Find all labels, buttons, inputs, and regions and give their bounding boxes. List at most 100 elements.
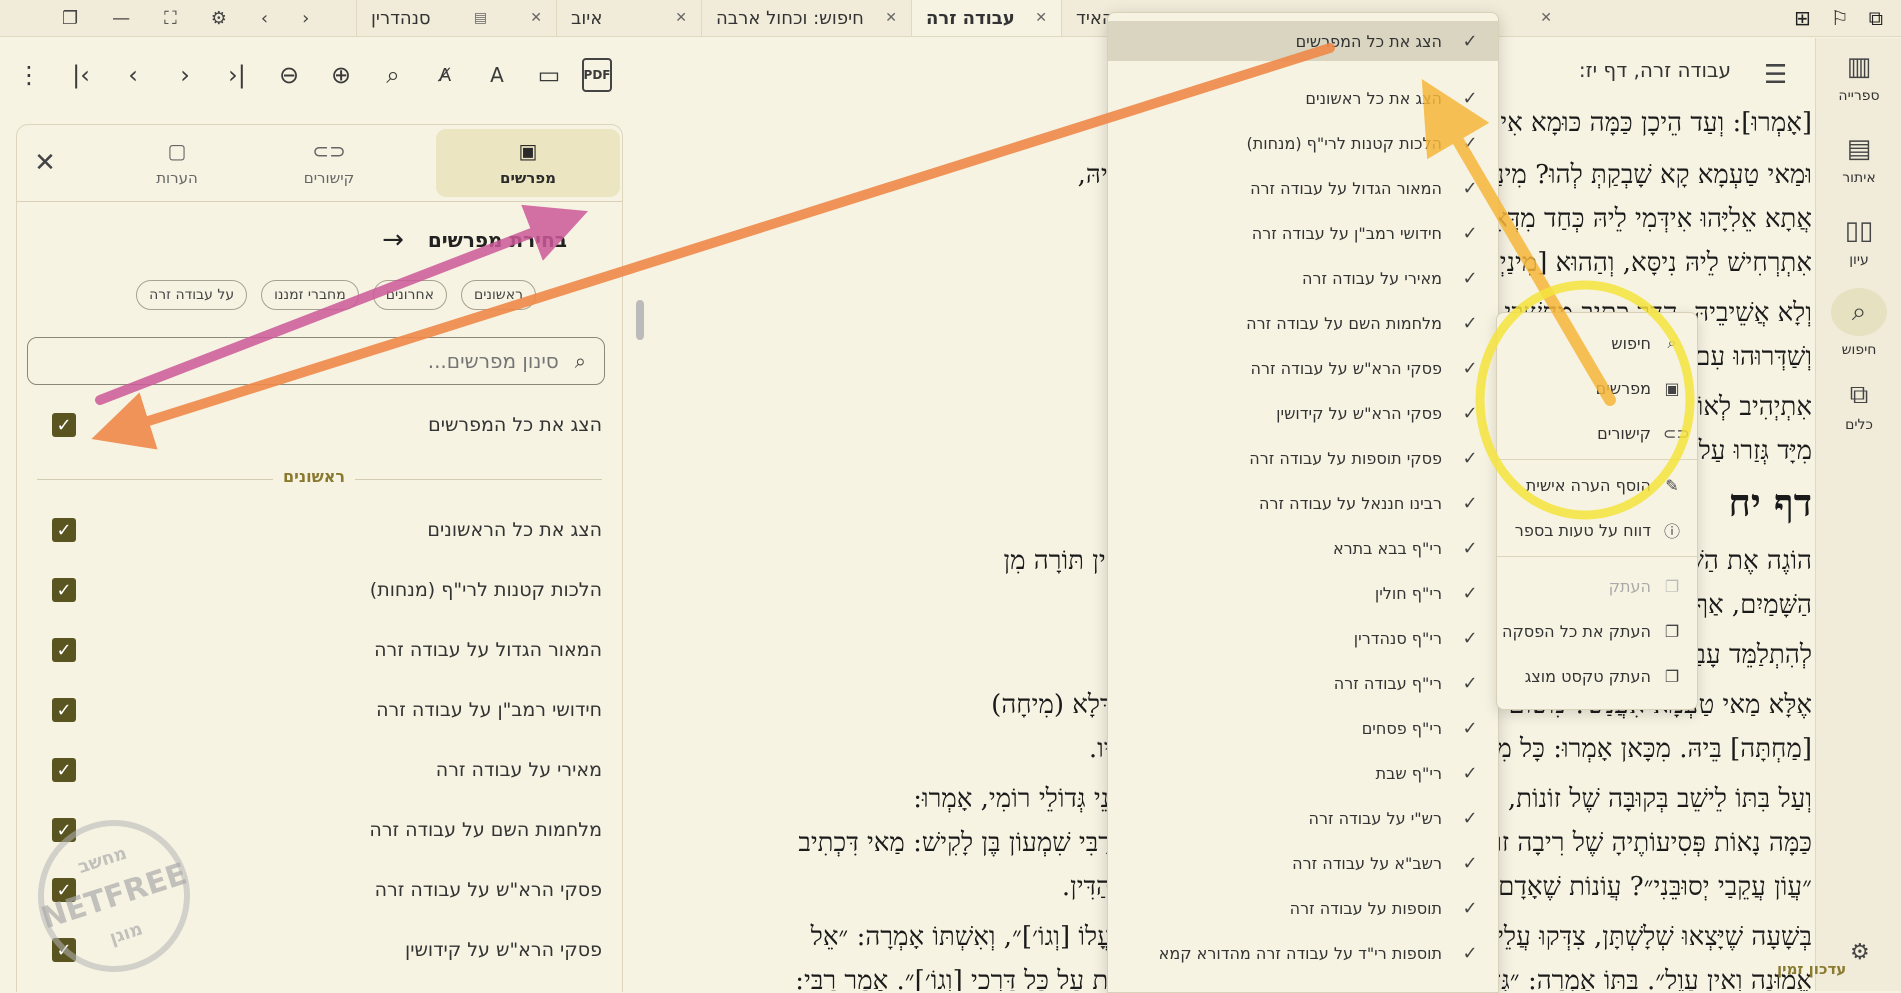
- dropdown-item[interactable]: פסקי הרא"ש על עבודה זרה ✓: [1108, 348, 1498, 388]
- update-available[interactable]: עדכון זמין: [1777, 960, 1846, 978]
- checkbox-checked-icon[interactable]: ✓: [52, 413, 76, 437]
- check-icon: ✓: [1462, 357, 1478, 379]
- search-icon[interactable]: ⌕: [374, 56, 412, 94]
- menu-item-add-note[interactable]: הוסף הערה אישית ✎: [1497, 465, 1697, 505]
- zoom-in-icon[interactable]: ⊕: [322, 56, 360, 94]
- right-nav: ▥ ספרייה ▤ איתור ▯▯ עיון ⌕ חיפוש ⧉ כלים: [1815, 38, 1901, 991]
- item-label: דווח על טעות בספר: [1514, 520, 1651, 540]
- tab-bar: ❐ — ⛶ ⚙ ‹ › ✕ ▤ סנהדרין ✕ איוב ✕ חיפוש: …: [0, 0, 1901, 37]
- close-tab-icon[interactable]: ✕: [1540, 10, 1552, 26]
- back-arrow-icon[interactable]: →: [382, 225, 404, 255]
- dropdown-item[interactable]: הצג את כל המפרשים ✓: [1108, 21, 1498, 61]
- commentator-row[interactable]: ✓ המאור הגדול על עבודה זרה: [52, 630, 602, 670]
- tab-commentators[interactable]: ▣ מפרשים: [436, 129, 620, 197]
- dropdown-item[interactable]: חידושי רמב"ן על עבודה זרה ✓: [1108, 213, 1498, 253]
- nikud-icon[interactable]: A̸: [426, 56, 464, 94]
- menu-item-links[interactable]: קישורים ⊂⊃: [1497, 413, 1697, 453]
- dropdown-item[interactable]: רי"ף בבא בתרא ✓: [1108, 528, 1498, 568]
- chip-rishonim[interactable]: ראשונים: [460, 280, 536, 310]
- checkbox-checked-icon[interactable]: ✓: [52, 698, 76, 722]
- add-tab-icon[interactable]: ⊞: [1794, 6, 1811, 30]
- nav-search[interactable]: ⌕ חיפוש: [1816, 288, 1901, 358]
- dropdown-item[interactable]: רשב"א על עבודה זרה ✓: [1108, 843, 1498, 883]
- nav-locate[interactable]: ▤ איתור: [1816, 134, 1901, 186]
- dropdown-item[interactable]: רש"י על עבודה זרה ✓: [1108, 798, 1498, 838]
- dropdown-item[interactable]: פסקי תוספות על עבודה זרה ✓: [1108, 438, 1498, 478]
- dropdown-item[interactable]: מלחמות השם על עבודה זרה ✓: [1108, 303, 1498, 343]
- prev-page-icon[interactable]: ‹: [114, 56, 152, 94]
- nav-read[interactable]: ▯▯ עיון: [1816, 216, 1901, 268]
- dropdown-item[interactable]: תוספות רי"ד על עבודה זרה מהדורא קמא ✓: [1108, 933, 1498, 973]
- chip-contemporary[interactable]: מחברי זמננו: [261, 280, 359, 310]
- settings-gear-icon[interactable]: ⚙: [1850, 940, 1870, 965]
- menu-item-report[interactable]: דווח על טעות בספר ⓘ: [1497, 510, 1697, 550]
- tab-notes[interactable]: ▢ הערות: [85, 129, 269, 197]
- close-tab-icon[interactable]: ✕: [675, 10, 687, 26]
- zoom-out-icon[interactable]: ⊖: [270, 56, 308, 94]
- check-icon: ✓: [1462, 267, 1478, 289]
- commentator-row[interactable]: ✓ הצג את כל הראשונים: [52, 510, 602, 550]
- menu-icon[interactable]: ☰: [1764, 60, 1787, 90]
- tab-sanhedrin[interactable]: ✕ ▤ סנהדרין: [356, 0, 556, 36]
- close-tab-icon[interactable]: ✕: [530, 10, 542, 26]
- close-icon[interactable]: ✕: [27, 145, 63, 181]
- more-icon[interactable]: ⋮: [10, 56, 48, 94]
- fullscreen-icon[interactable]: ⛶: [164, 8, 177, 29]
- dropdown-item[interactable]: רי"ף פסחים ✓: [1108, 708, 1498, 748]
- nav-tools[interactable]: ⧉ כלים: [1816, 380, 1901, 433]
- restore-icon[interactable]: ❐: [62, 8, 78, 29]
- sidebar-toggle-icon[interactable]: ▭: [530, 56, 568, 94]
- history-icon[interactable]: ⧉: [1869, 6, 1883, 30]
- commentator-row[interactable]: ✓ חידושי רמב"ן על עבודה זרה: [52, 690, 602, 730]
- close-tab-icon[interactable]: ✕: [1035, 10, 1047, 26]
- checkbox-checked-icon[interactable]: ✓: [52, 518, 76, 542]
- dropdown-item[interactable]: רבינו חננאל על עבודה זרה ✓: [1108, 483, 1498, 523]
- nav-library[interactable]: ▥ ספרייה: [1816, 52, 1901, 104]
- dropdown-item[interactable]: רי"ף עבודה זרה ✓: [1108, 663, 1498, 703]
- item-label: רי"ף חולין: [1374, 583, 1442, 603]
- item-label: פסקי תוספות על עבודה זרה: [1249, 448, 1442, 468]
- dropdown-item[interactable]: פסקי הרא"ש על קידושין ✓: [1108, 393, 1498, 433]
- minimize-icon[interactable]: —: [112, 8, 130, 29]
- dropdown-item[interactable]: רי"ף שבת ✓: [1108, 753, 1498, 793]
- dropdown-item[interactable]: הצג את כל ראשונים ✓: [1108, 78, 1498, 118]
- checkbox-checked-icon[interactable]: ✓: [52, 758, 76, 782]
- dropdown-item[interactable]: מאירי על עבודה זרה ✓: [1108, 258, 1498, 298]
- dropdown-item[interactable]: הלכות קטנות לרי"ף (מנחות) ✓: [1108, 123, 1498, 163]
- pdf-icon[interactable]: PDF: [582, 58, 612, 92]
- menu-item-copy-visible[interactable]: העתק טקסט מוצג ❐: [1497, 656, 1697, 696]
- checkbox-checked-icon[interactable]: ✓: [52, 578, 76, 602]
- tab-avoda-zara[interactable]: ✕ עבודה זרה: [911, 0, 1061, 36]
- tab-search[interactable]: ✕ חיפוש: וכחול ארבה: [701, 0, 911, 36]
- menu-item-copy-paragraph[interactable]: העתק את כל הפסקה ❐: [1497, 611, 1697, 651]
- commentator-row[interactable]: ✓ מאירי על עבודה זרה: [52, 750, 602, 790]
- item-label: רי"ף פסחים: [1361, 718, 1442, 738]
- tab-iyov[interactable]: ✕ איוב: [556, 0, 701, 36]
- menu-item-search[interactable]: חיפוש ⌕: [1497, 323, 1697, 363]
- item-label: העתק: [1608, 576, 1651, 596]
- dropdown-item[interactable]: רי"ף סנהדרין ✓: [1108, 618, 1498, 658]
- dropdown-item[interactable]: המאור הגדול על עבודה זרה ✓: [1108, 168, 1498, 208]
- gear-icon[interactable]: ⚙: [211, 8, 227, 29]
- chip-on-book[interactable]: על עבודה זרה: [136, 280, 248, 310]
- item-label: העתק את כל הפסקה: [1502, 621, 1651, 641]
- last-page-icon[interactable]: ›|: [218, 56, 256, 94]
- first-page-icon[interactable]: |‹: [62, 56, 100, 94]
- chevron-left-icon[interactable]: ‹: [261, 8, 268, 29]
- tab-label: עבודה זרה: [926, 7, 1015, 29]
- filter-field: ⌕: [27, 337, 605, 385]
- chevron-right-icon[interactable]: ›: [302, 8, 309, 29]
- dropdown-item[interactable]: תוספות על עבודה זרה ✓: [1108, 888, 1498, 928]
- chip-acharonim[interactable]: אחרונים: [372, 280, 447, 310]
- show-all-row[interactable]: ✓ הצג את כל המפרשים: [52, 405, 602, 445]
- dropdown-item[interactable]: רי"ף חולין ✓: [1108, 573, 1498, 613]
- menu-item-commentators[interactable]: מפרשים ▣: [1497, 368, 1697, 408]
- font-icon[interactable]: A: [478, 56, 516, 94]
- tab-label: קישורים: [303, 169, 355, 187]
- close-tab-icon[interactable]: ✕: [885, 10, 897, 26]
- next-page-icon[interactable]: ›: [166, 56, 204, 94]
- commentator-row[interactable]: ✓ הלכות קטנות לרי"ף (מנחות): [52, 570, 602, 610]
- filter-input[interactable]: [136, 348, 561, 374]
- bookmark-icon[interactable]: ⚐: [1831, 6, 1849, 30]
- checkbox-checked-icon[interactable]: ✓: [52, 638, 76, 662]
